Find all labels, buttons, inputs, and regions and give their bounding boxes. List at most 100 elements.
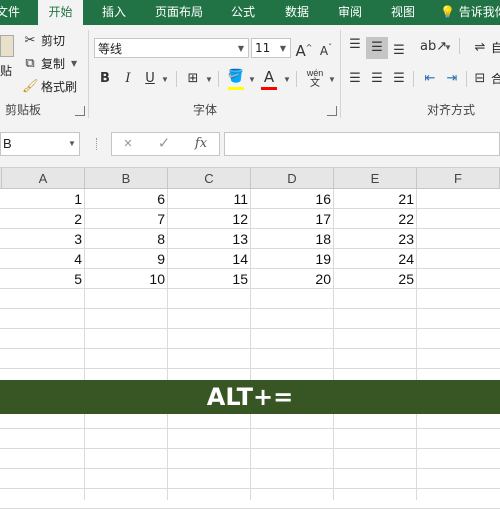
cell-c4[interactable]: 14	[168, 250, 251, 269]
tab-file[interactable]: 文件	[0, 0, 24, 25]
font-color-button[interactable]: A	[258, 66, 280, 88]
cell-f1[interactable]	[417, 190, 500, 209]
paste-label: 粘贴	[0, 64, 13, 78]
divider	[218, 71, 219, 87]
column-header-b[interactable]: B	[85, 168, 168, 189]
chevron-down-icon[interactable]: ▼	[248, 75, 256, 84]
orientation-button[interactable]: ab↗	[420, 36, 447, 58]
cancel-icon[interactable]: ×	[113, 132, 143, 156]
splitter-handle[interactable]	[96, 138, 99, 150]
divider	[459, 38, 460, 54]
merge-cells-icon: ⊟	[474, 70, 486, 86]
column-header-a[interactable]: A	[2, 168, 85, 189]
phonetic-label: wén	[306, 68, 324, 78]
cell-d4[interactable]: 19	[251, 250, 334, 269]
tab-page-layout[interactable]: 页面布局	[145, 0, 213, 25]
formula-input[interactable]	[224, 132, 500, 156]
cell-e4[interactable]: 24	[334, 250, 417, 269]
chevron-down-icon[interactable]: ▼	[328, 75, 336, 84]
cell-a2[interactable]: 2	[2, 210, 85, 229]
paint-bucket-icon: 🪣	[227, 69, 245, 84]
increase-indent-button[interactable]: ⇥	[441, 68, 463, 90]
cell-e1[interactable]: 21	[334, 190, 417, 209]
font-name-combo[interactable]: 等线 ▼	[94, 38, 249, 58]
chevron-down-icon[interactable]: ▼	[161, 75, 169, 84]
tab-data[interactable]: 数据	[276, 0, 318, 25]
format-painter-button[interactable]: 🖌 格式刷	[22, 78, 77, 95]
align-middle-button[interactable]: ☰	[366, 37, 388, 59]
paste-clipboard-icon[interactable]	[0, 35, 14, 57]
cut-button[interactable]: ✂ 剪切	[22, 32, 65, 49]
font-launcher-icon[interactable]	[327, 106, 337, 116]
underline-button[interactable]: U	[139, 68, 161, 90]
cell-b3[interactable]: 8	[85, 230, 168, 249]
shrink-font-button[interactable]: Aˇ	[315, 37, 337, 59]
borders-button[interactable]: ⊞	[182, 68, 204, 90]
chevron-down-icon[interactable]: ▼	[283, 75, 291, 84]
cell-a3[interactable]: 3	[2, 230, 85, 249]
merge-center-button[interactable]: ⊟ 合	[472, 70, 500, 87]
chevron-down-icon[interactable]: ▼	[444, 43, 452, 52]
cell-c5[interactable]: 15	[168, 270, 251, 289]
clipboard-group-label: 剪贴板	[5, 103, 42, 117]
enter-icon[interactable]: ✓	[149, 132, 179, 156]
cell-c2[interactable]: 12	[168, 210, 251, 229]
cell-a5[interactable]: 5	[2, 270, 85, 289]
tab-insert[interactable]: 插入	[93, 0, 135, 25]
wrap-text-button[interactable]: ⇌ 自	[472, 39, 500, 56]
tab-review[interactable]: 审阅	[329, 0, 371, 25]
paste-button[interactable]: 粘贴	[0, 62, 12, 79]
cell-d2[interactable]: 17	[251, 210, 334, 229]
tab-formulas[interactable]: 公式	[222, 0, 264, 25]
cell-c1[interactable]: 11	[168, 190, 251, 209]
scissors-icon: ✂	[24, 32, 36, 48]
clipboard-launcher-icon[interactable]	[75, 106, 85, 116]
column-header-c[interactable]: C	[168, 168, 251, 189]
cell-b5[interactable]: 10	[85, 270, 168, 289]
cell-b1[interactable]: 6	[85, 190, 168, 209]
phonetic-button[interactable]: wén 文	[302, 68, 328, 90]
copy-button[interactable]: ⧉ 复制 ▼	[22, 55, 77, 72]
group-separator	[340, 30, 341, 118]
fill-color-button[interactable]: 🪣	[225, 66, 247, 88]
column-header-d[interactable]: D	[251, 168, 334, 189]
divider	[176, 71, 177, 87]
italic-button[interactable]: I	[117, 68, 139, 90]
grow-font-button[interactable]: A^	[293, 37, 315, 60]
cell-f3[interactable]	[417, 230, 500, 249]
insert-function-button[interactable]: fx	[186, 132, 216, 156]
format-painter-label: 格式刷	[41, 80, 78, 94]
column-header-e[interactable]: E	[334, 168, 417, 189]
tell-me-box[interactable]: 💡 告诉我你	[440, 0, 500, 25]
chevron-down-icon[interactable]: ▼	[64, 132, 80, 156]
cell-e5[interactable]: 25	[334, 270, 417, 289]
font-size-combo[interactable]: 11 ▼	[251, 38, 291, 58]
cell-f5[interactable]	[417, 270, 500, 289]
cell-d5[interactable]: 20	[251, 270, 334, 289]
cell-f4[interactable]	[417, 250, 500, 269]
cell-a4[interactable]: 4	[2, 250, 85, 269]
cell-b2[interactable]: 7	[85, 210, 168, 229]
cell-b4[interactable]: 9	[85, 250, 168, 269]
cell-d3[interactable]: 18	[251, 230, 334, 249]
align-top-button[interactable]: ☰	[344, 34, 366, 56]
align-right-button[interactable]: ☰	[388, 68, 410, 90]
cell-d1[interactable]: 16	[251, 190, 334, 209]
cell-e3[interactable]: 23	[334, 230, 417, 249]
chevron-down-icon: ▼	[71, 59, 78, 68]
tab-home[interactable]: 开始	[38, 0, 83, 25]
cell-c3[interactable]: 13	[168, 230, 251, 249]
align-bottom-button[interactable]: ☰	[388, 40, 410, 62]
cell-a1[interactable]: 1	[2, 190, 85, 209]
decrease-indent-button[interactable]: ⇤	[419, 68, 441, 90]
cell-f2[interactable]	[417, 210, 500, 229]
tab-view[interactable]: 视图	[382, 0, 424, 25]
column-header-f[interactable]: F	[417, 168, 500, 189]
underline-icon: U	[145, 71, 155, 86]
phonetic-icon: 文	[310, 78, 320, 89]
align-center-button[interactable]: ☰	[366, 68, 388, 90]
chevron-down-icon[interactable]: ▼	[205, 75, 213, 84]
cell-e2[interactable]: 22	[334, 210, 417, 229]
align-left-button[interactable]: ☰	[344, 68, 366, 90]
bold-button[interactable]: B	[94, 68, 116, 90]
